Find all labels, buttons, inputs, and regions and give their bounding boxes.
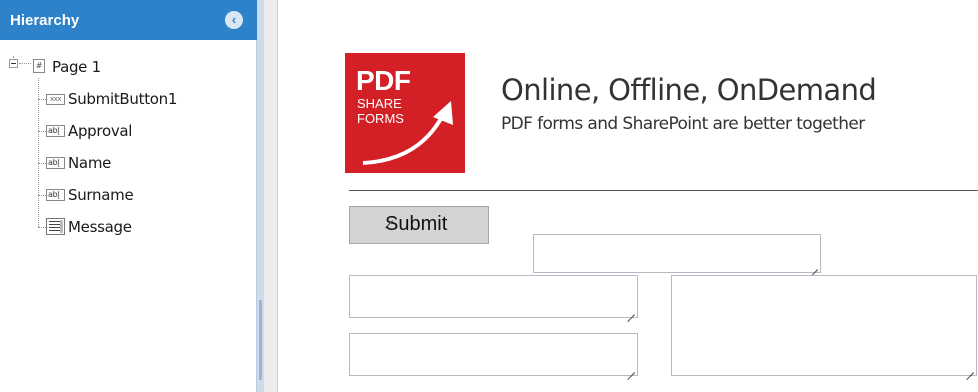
name-field[interactable] [349, 275, 638, 318]
tree-item-label: Approval [68, 122, 133, 140]
button-field-icon: xxx [46, 94, 65, 105]
chevron-left-circle-icon[interactable]: ‹ [225, 11, 243, 29]
hierarchy-panel: Hierarchy ‹ # Page 1 xxx SubmitButton1 a… [0, 0, 257, 392]
page-icon: # [33, 59, 45, 73]
multiline-field-icon [46, 218, 65, 235]
approval-field[interactable] [533, 234, 821, 273]
text-field-icon: ab| [46, 189, 65, 201]
tree-item-label: Surname [68, 186, 134, 204]
text-field-icon: ab| [46, 125, 65, 137]
resize-handle-icon[interactable] [385, 213, 393, 221]
submit-button-label: Submit [385, 213, 448, 235]
hierarchy-header: Hierarchy ‹ [0, 0, 257, 40]
collapse-toggle-icon[interactable] [9, 59, 18, 68]
form-tagline: PDF forms and SharePoint are better toge… [501, 114, 865, 134]
tree-item-label: Message [68, 218, 132, 236]
submit-button[interactable]: Submit [349, 206, 489, 244]
tree-item-label: Name [68, 154, 112, 172]
pdf-share-forms-logo: PDF SHARE FORMS [345, 53, 465, 173]
surname-field[interactable] [349, 333, 638, 376]
form-headline: Online, Offline, OnDemand [501, 73, 877, 107]
tree-item-label: Page 1 [52, 58, 101, 76]
message-field[interactable] [671, 275, 977, 376]
text-field-icon: ab| [46, 157, 65, 169]
hierarchy-title: Hierarchy [10, 12, 80, 29]
logo-text-pdf: PDF [356, 65, 411, 96]
resize-handle-icon[interactable] [810, 262, 818, 270]
splitter-grip[interactable] [259, 300, 262, 380]
tree-item-label: SubmitButton1 [68, 90, 178, 108]
resize-handle-icon[interactable] [966, 365, 974, 373]
resize-handle-icon[interactable] [627, 307, 635, 315]
logo-arrow-icon [362, 101, 453, 165]
header-divider [349, 190, 978, 191]
resize-handle-icon[interactable] [627, 365, 635, 373]
